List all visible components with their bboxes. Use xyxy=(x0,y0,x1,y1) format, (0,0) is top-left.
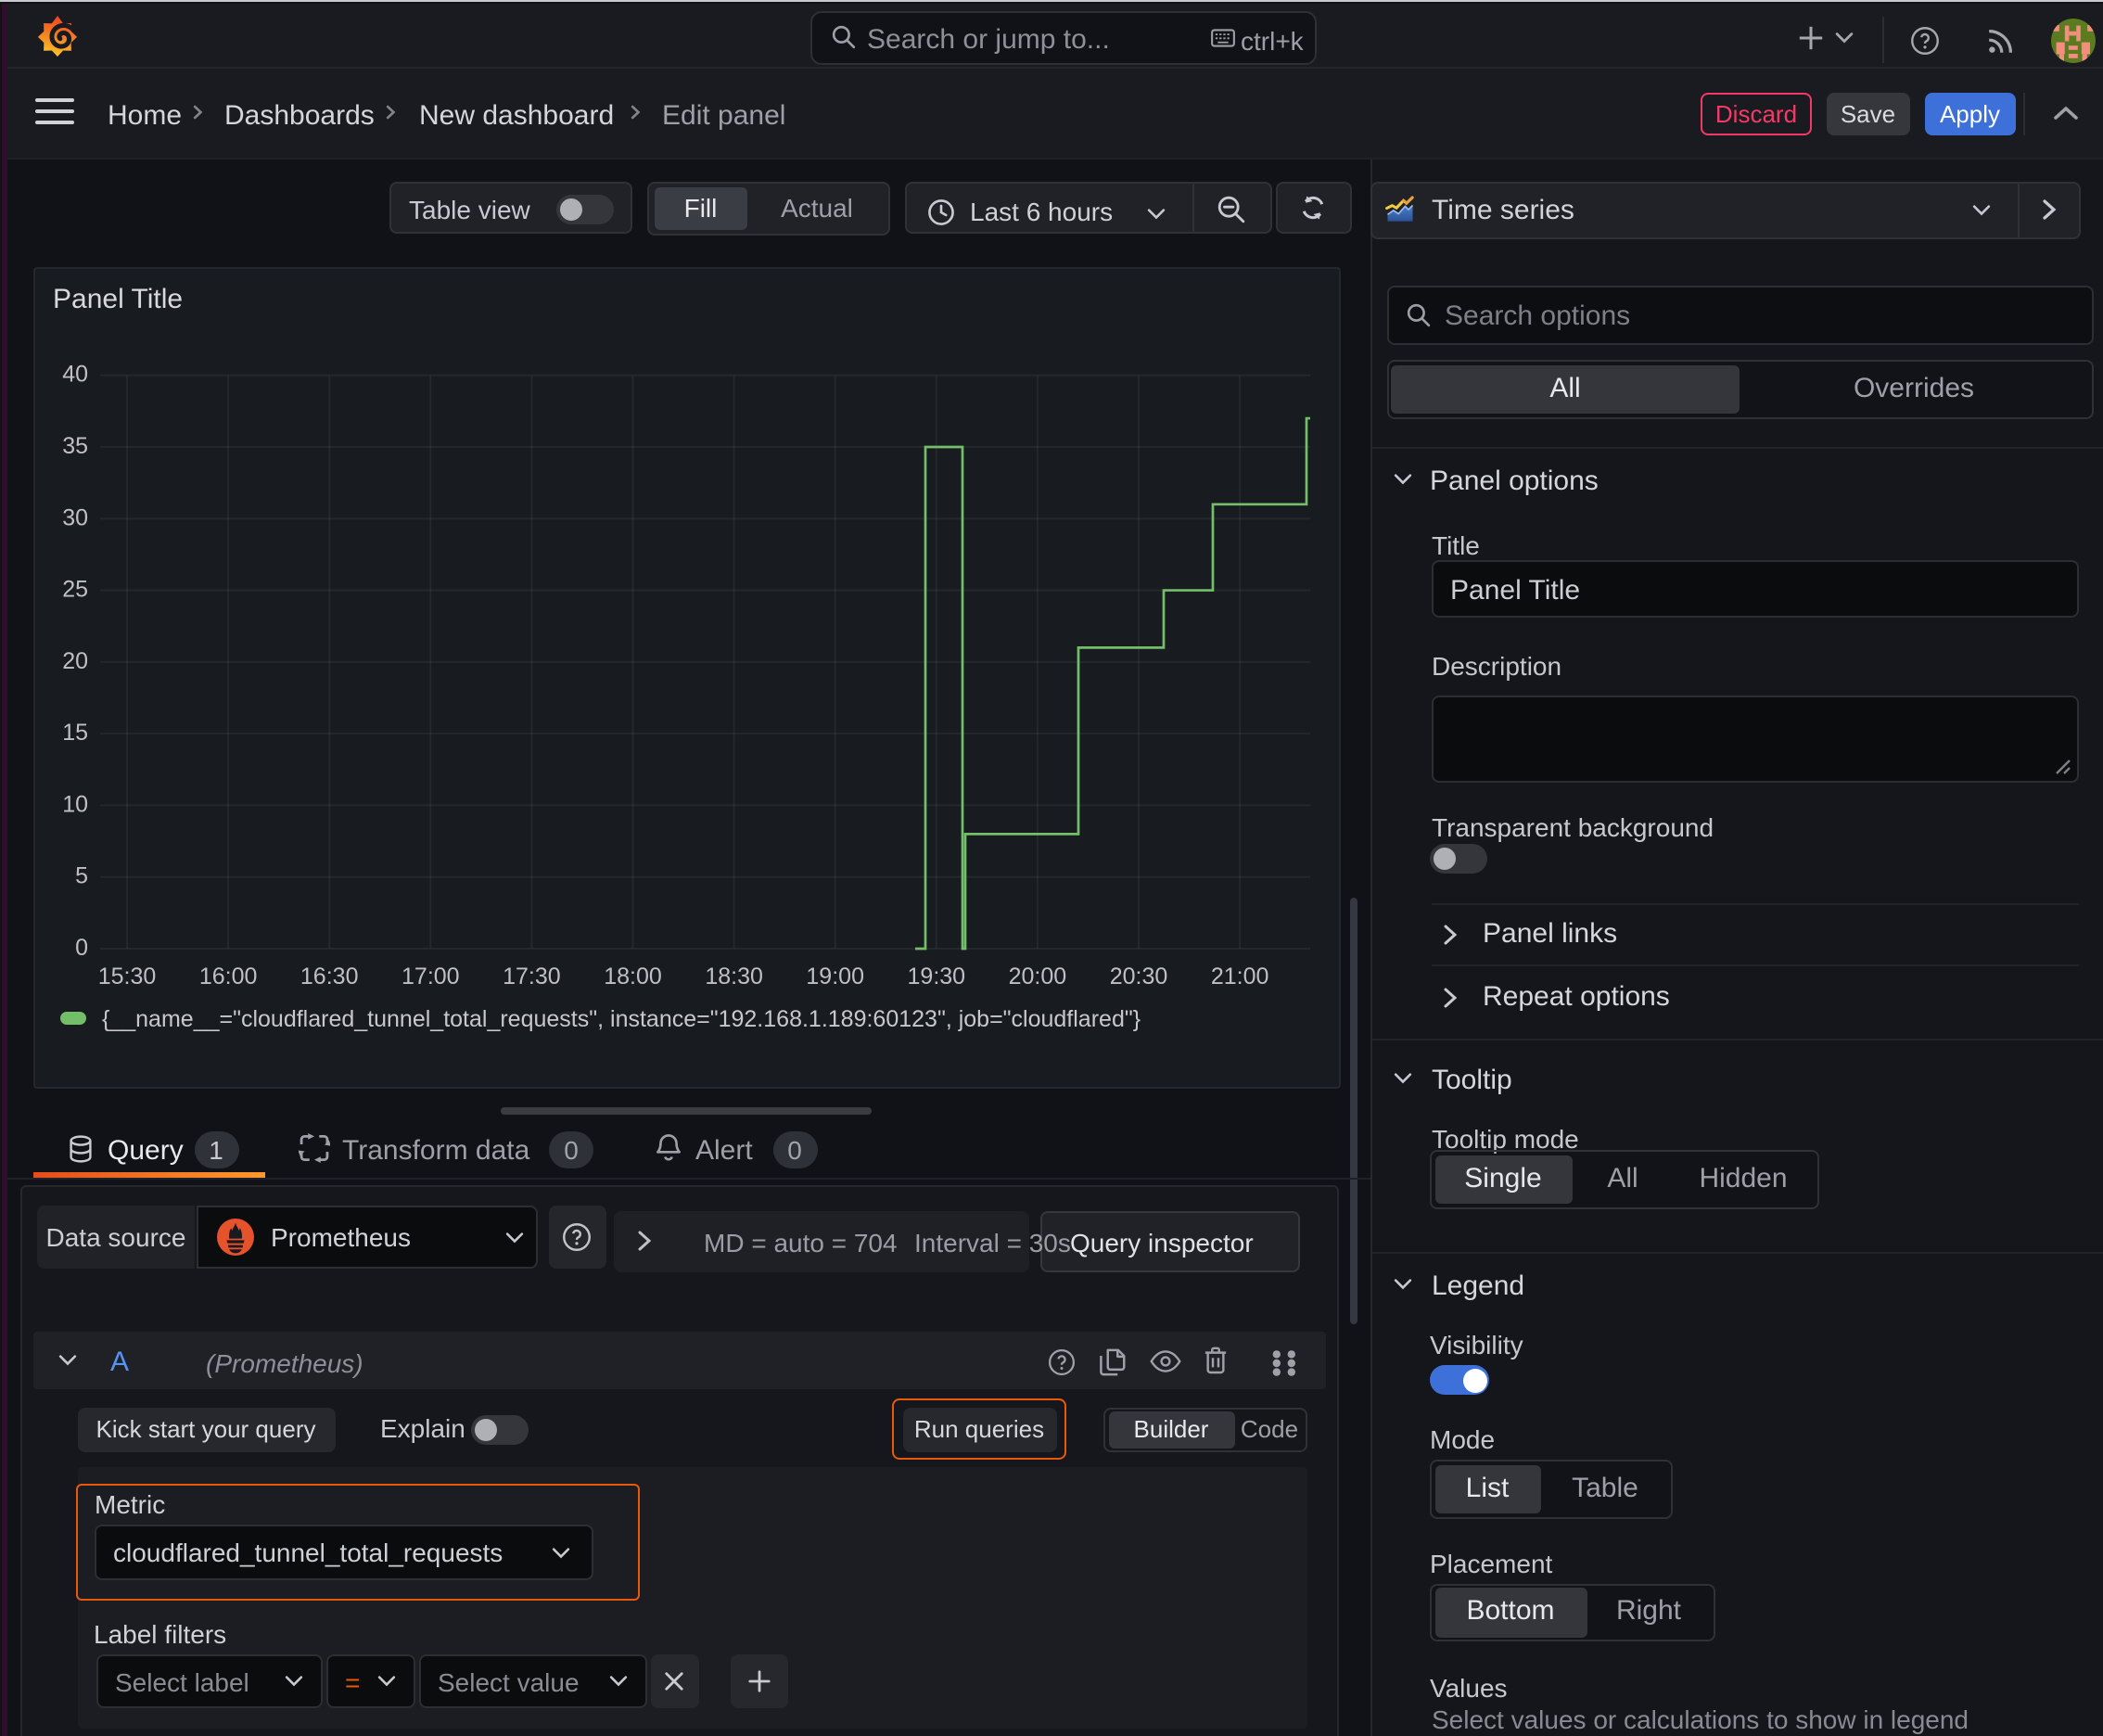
svg-text:15:30: 15:30 xyxy=(97,963,156,989)
svg-text:16:00: 16:00 xyxy=(198,963,257,989)
svg-text:20:30: 20:30 xyxy=(1109,963,1167,989)
svg-text:19:30: 19:30 xyxy=(907,963,965,989)
svg-text:30: 30 xyxy=(61,504,87,530)
svg-text:18:30: 18:30 xyxy=(704,963,762,989)
svg-text:35: 35 xyxy=(61,432,87,458)
svg-text:5: 5 xyxy=(74,862,87,888)
svg-text:19:00: 19:00 xyxy=(805,963,863,989)
svg-text:40: 40 xyxy=(61,361,87,387)
svg-text:25: 25 xyxy=(61,576,87,602)
svg-text:15: 15 xyxy=(61,719,87,745)
svg-text:{__name__="cloudflared_tunnel_: {__name__="cloudflared_tunnel_total_requ… xyxy=(101,1005,1140,1031)
svg-text:0: 0 xyxy=(74,934,87,960)
svg-text:18:00: 18:00 xyxy=(603,963,661,989)
svg-text:10: 10 xyxy=(61,790,87,816)
svg-text:16:30: 16:30 xyxy=(300,963,358,989)
svg-text:20: 20 xyxy=(61,647,87,673)
svg-text:20:00: 20:00 xyxy=(1008,963,1066,989)
svg-text:21:00: 21:00 xyxy=(1210,963,1268,989)
svg-text:17:30: 17:30 xyxy=(502,963,560,989)
svg-text:17:00: 17:00 xyxy=(401,963,459,989)
